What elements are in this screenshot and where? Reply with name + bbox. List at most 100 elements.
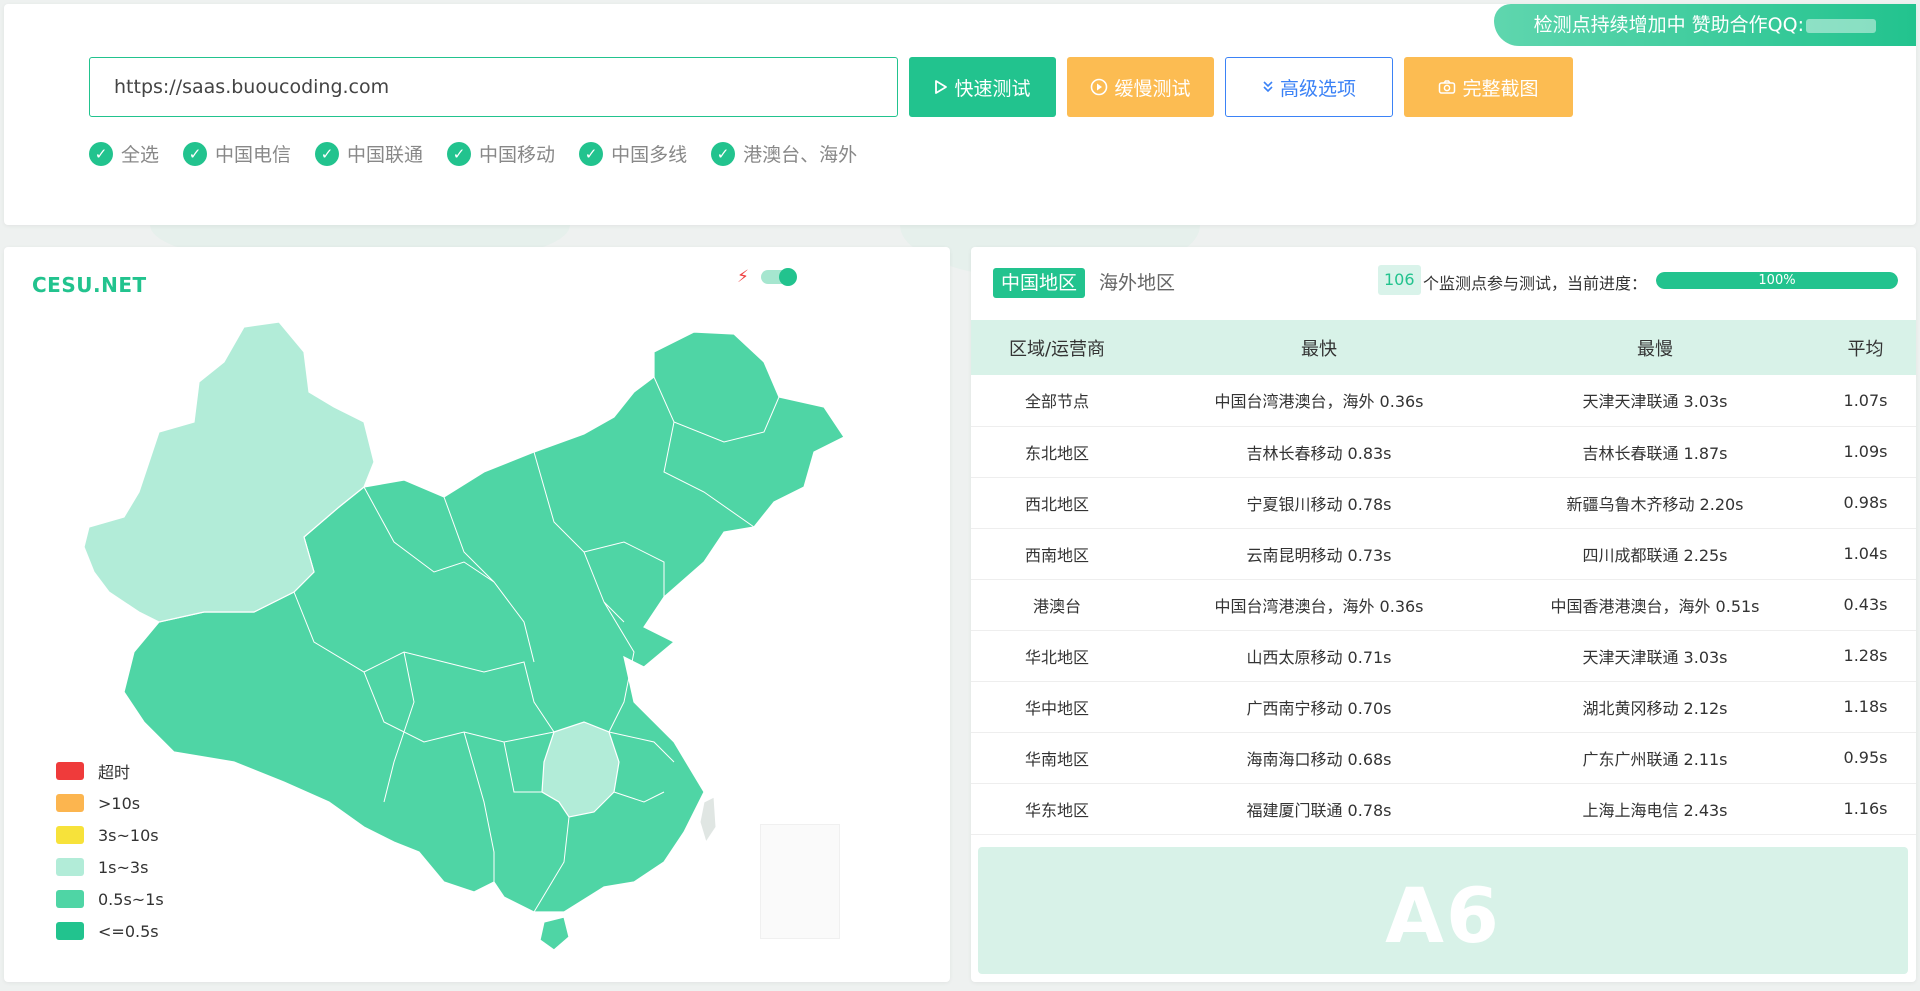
- cell-average: 1.28s: [1843, 646, 1888, 665]
- play-icon: [935, 80, 948, 94]
- cell-fastest: 云南昆明移动 0.73s: [1246, 545, 1392, 565]
- cell-average: 1.04s: [1843, 544, 1888, 563]
- promo-banner[interactable]: 检测点持续增加中 赞助合作QQ:: [1493, 4, 1916, 46]
- test-progress-bar: 100%: [1656, 272, 1898, 289]
- cell-region: 西南地区: [1024, 545, 1089, 565]
- legend-item-under-05s: <=0.5s: [56, 915, 164, 947]
- cell-average: 1.07s: [1843, 390, 1888, 410]
- cell-fastest: 中国台湾港澳台，海外 0.36s: [1214, 596, 1424, 616]
- check-icon: ✓: [711, 141, 736, 166]
- cell-region: 华中地区: [1024, 698, 1089, 718]
- cell-region: 港澳台: [1032, 596, 1081, 616]
- south-china-sea-inset: [760, 824, 840, 939]
- cell-average: 1.16s: [1843, 799, 1888, 818]
- tab-overseas-region[interactable]: 海外地区: [1091, 268, 1183, 298]
- isp-filter-label: 港澳台、海外: [743, 144, 858, 166]
- node-count-text: 个监测点参与测试，当前进度：: [1423, 274, 1648, 293]
- cell-average: 1.09s: [1843, 442, 1888, 461]
- full-screenshot-button[interactable]: 完整截图: [1404, 57, 1573, 117]
- legend-item-1-3s: 1s~3s: [56, 851, 164, 883]
- cell-slowest: 吉林长春联通 1.87s: [1582, 443, 1728, 463]
- cell-fastest: 海南海口移动 0.68s: [1246, 749, 1392, 769]
- isp-filter-multiline[interactable]: ✓ 中国多线: [579, 140, 687, 167]
- cell-fastest: 福建厦门联通 0.78s: [1246, 800, 1392, 820]
- cell-region: 西北地区: [1024, 494, 1089, 514]
- table-row: 东北地区 吉林长春移动 0.83s 吉林长春联通 1.87s 1.09s: [971, 426, 1916, 477]
- check-icon: ✓: [183, 141, 208, 166]
- column-header-region: 区域/运营商: [1008, 338, 1106, 360]
- legend-item-3-10s: 3s~10s: [56, 819, 164, 851]
- node-count-badge: 106: [1378, 265, 1421, 295]
- ad-banner[interactable]: A6: [978, 847, 1908, 974]
- slow-test-label: 缓慢测试: [1114, 77, 1191, 100]
- map-region-taiwan[interactable]: [699, 796, 717, 844]
- isp-filter-telecom[interactable]: ✓ 中国电信: [183, 140, 291, 167]
- isp-filter-label: 中国联通: [347, 144, 424, 166]
- cell-average: 0.95s: [1843, 748, 1888, 767]
- map-mode-toggle[interactable]: ⚡: [737, 267, 797, 287]
- cell-region: 东北地区: [1024, 443, 1089, 463]
- quick-test-label: 快速测试: [954, 77, 1031, 100]
- cell-slowest: 湖北黄冈移动 2.12s: [1582, 698, 1728, 718]
- legend-label: <=0.5s: [98, 921, 159, 941]
- isp-filter-unicom[interactable]: ✓ 中国联通: [315, 140, 423, 167]
- camera-icon: [1439, 80, 1456, 94]
- map-region-hainan[interactable]: [539, 916, 570, 951]
- isp-filter-all[interactable]: ✓ 全选: [89, 140, 159, 167]
- isp-filter-label: 中国电信: [215, 144, 292, 166]
- url-input[interactable]: [89, 57, 898, 117]
- column-header-average: 平均: [1847, 338, 1884, 360]
- cell-fastest: 山西太原移动 0.71s: [1246, 647, 1392, 667]
- cell-region: 华南地区: [1024, 749, 1089, 769]
- check-icon: ✓: [315, 141, 340, 166]
- cell-slowest: 上海上海电信 2.43s: [1582, 800, 1728, 820]
- map-panel: CESU.NET ⚡ 超时 >10s 3s~10s 1s~3s 0.5s~1s …: [4, 247, 950, 982]
- slow-test-button[interactable]: 缓慢测试: [1067, 57, 1214, 117]
- isp-filter-label: 全选: [121, 144, 160, 166]
- toggle-switch[interactable]: [760, 268, 797, 286]
- cell-region: 华北地区: [1024, 647, 1089, 667]
- check-icon: ✓: [579, 141, 604, 166]
- legend-label: 3s~10s: [98, 825, 159, 845]
- check-icon: ✓: [447, 141, 472, 166]
- table-row: 华北地区 山西太原移动 0.71s 天津天津联通 3.03s 1.28s: [971, 630, 1916, 681]
- table-row: 华中地区 广西南宁移动 0.70s 湖北黄冈移动 2.12s 1.18s: [971, 681, 1916, 732]
- legend-label: >10s: [98, 793, 141, 813]
- isp-filter-mobile[interactable]: ✓ 中国移动: [447, 140, 555, 167]
- cell-region: 华东地区: [1024, 800, 1089, 820]
- test-control-panel: 检测点持续增加中 赞助合作QQ: 快速测试 缓慢测试 高级选项 完整截图 ✓ 全选…: [4, 4, 1916, 225]
- table-row: 西南地区 云南昆明移动 0.73s 四川成都联通 2.25s 1.04s: [971, 528, 1916, 579]
- cell-average: 0.98s: [1843, 493, 1888, 512]
- advanced-options-button[interactable]: 高级选项: [1225, 57, 1393, 117]
- isp-filter-overseas[interactable]: ✓ 港澳台、海外: [711, 140, 857, 167]
- site-logo: CESU.NET: [32, 273, 147, 297]
- advanced-options-label: 高级选项: [1279, 77, 1356, 100]
- isp-filter-label: 中国移动: [479, 144, 556, 166]
- tab-china-region[interactable]: 中国地区: [993, 268, 1086, 298]
- quick-test-button[interactable]: 快速测试: [909, 57, 1056, 117]
- cell-slowest: 四川成都联通 2.25s: [1582, 545, 1728, 565]
- results-table: 区域/运营商 最快 最慢 平均 全部节点 中国台湾港澳台，海外 0.36s 天津天津…: [971, 320, 1916, 835]
- table-header-row: 区域/运营商 最快 最慢 平均: [971, 320, 1916, 375]
- isp-filter-label: 中国多线: [611, 144, 688, 166]
- column-header-slowest: 最慢: [1637, 338, 1673, 360]
- cell-fastest: 宁夏银川移动 0.78s: [1246, 494, 1392, 514]
- isp-filter-group: ✓ 全选 ✓ 中国电信 ✓ 中国联通 ✓ 中国移动 ✓ 中国多线 ✓ 港澳台、海外: [89, 140, 861, 167]
- legend-item-over-10s: >10s: [56, 787, 164, 819]
- cell-fastest: 吉林长春移动 0.83s: [1246, 443, 1392, 463]
- cell-average: 1.18s: [1843, 697, 1888, 716]
- cell-region: 全部节点: [1024, 392, 1089, 412]
- full-screenshot-label: 完整截图: [1462, 77, 1539, 100]
- cell-fastest: 中国台湾港澳台，海外 0.36s: [1214, 392, 1424, 412]
- promo-text: 检测点持续增加中 赞助合作QQ:: [1533, 14, 1804, 36]
- column-header-fastest: 最快: [1301, 338, 1337, 360]
- lightning-icon: ⚡: [737, 267, 749, 287]
- table-row: 全部节点 中国台湾港澳台，海外 0.36s 天津天津联通 3.03s 1.07s: [971, 375, 1916, 426]
- table-row: 西北地区 宁夏银川移动 0.78s 新疆乌鲁木齐移动 2.20s 0.98s: [971, 477, 1916, 528]
- progress-fill: 100%: [1656, 272, 1898, 289]
- map-legend: 超时 >10s 3s~10s 1s~3s 0.5s~1s <=0.5s: [56, 755, 164, 947]
- cell-slowest: 天津天津联通 3.03s: [1582, 647, 1728, 667]
- qq-number-redacted: [1806, 18, 1876, 33]
- results-panel: 中国地区 海外地区 106 个监测点参与测试，当前进度： 100% 区域/运营商…: [971, 247, 1916, 982]
- play-circle-icon: [1091, 78, 1108, 96]
